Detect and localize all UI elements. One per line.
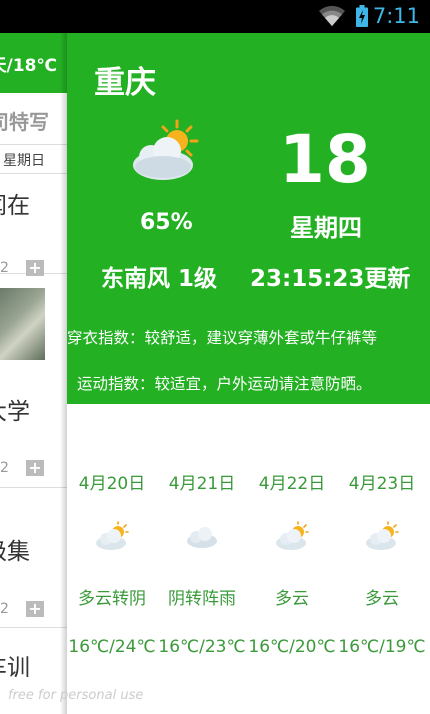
news-side-list: 天/18℃ 司特写 星期日 闻在 2 + 大学 2 + 级集 2 + 车训: [0, 33, 67, 714]
plus-icon[interactable]: +: [26, 460, 44, 476]
status-bar: 7:11: [0, 0, 430, 33]
list-item-count: 2: [0, 460, 9, 476]
update-time: 23:15:23更新: [250, 266, 411, 292]
humidity: 65%: [140, 210, 193, 235]
list-item[interactable]: 闻在 2 +: [0, 174, 67, 276]
side-header[interactable]: 天/18℃: [0, 33, 67, 93]
list-item-count: 2: [0, 260, 9, 276]
forecast-temperature-range: 16℃/23℃: [158, 637, 246, 657]
weather-summary: 重庆 18 65% 星期四 东南风 1级 23:15:23更新 穿衣指数：较舒适…: [67, 33, 430, 404]
cloudy-icon: [187, 527, 217, 548]
battery-icon: [356, 5, 368, 27]
side-subtitle-text: 司特写: [0, 110, 49, 134]
list-item-title: 闻在: [0, 193, 30, 219]
list-item[interactable]: 大学 2 +: [0, 376, 67, 488]
forecast-condition: 多云: [275, 589, 309, 609]
list-item-title: 大学: [0, 399, 30, 425]
forecast-date: 4月21日: [168, 474, 236, 494]
current-temperature: 18: [279, 121, 371, 198]
forecast-date: 4月20日: [78, 474, 146, 494]
forecast-date: 4月22日: [258, 474, 326, 494]
wifi-icon: [319, 5, 345, 26]
drawer-shadow: [60, 33, 67, 714]
forecast-condition: 多云: [365, 589, 399, 609]
partly-cloudy-icon: [133, 119, 199, 180]
forecast-temperature-range: 16℃/19℃: [338, 637, 426, 657]
forecast-date: 4月23日: [348, 474, 416, 494]
list-item-title: 车训: [0, 655, 30, 681]
side-date: 星期日: [0, 146, 67, 174]
forecast-condition: 多云转阴: [78, 589, 146, 609]
partly-cloudy-icon: [366, 521, 399, 550]
list-item-title: 级集: [0, 539, 30, 565]
list-item[interactable]: 级集 2 +: [0, 488, 67, 628]
watermark-text: free for personal use: [8, 688, 144, 703]
side-subtitle[interactable]: 司特写: [0, 93, 67, 145]
side-header-text: 天/18℃: [0, 56, 57, 76]
forecast-condition: 阴转阵雨: [168, 589, 236, 609]
news-thumbnail[interactable]: [0, 288, 45, 360]
forecast-temperature-range: 16℃/24℃: [68, 637, 156, 657]
side-date-text: 星期日: [3, 153, 45, 169]
plus-icon[interactable]: +: [26, 260, 44, 276]
city-name: 重庆: [94, 65, 156, 101]
forecast-temperature-range: 16℃/20℃: [248, 637, 336, 657]
list-item-count: 2: [0, 601, 9, 617]
partly-cloudy-icon: [96, 521, 129, 550]
wind-info: 东南风 1级: [101, 266, 218, 292]
clothing-index: 穿衣指数：较舒适，建议穿薄外套或牛仔裤等: [67, 329, 378, 347]
sport-index: 运动指数：较适宜，户外运动请注意防晒。: [77, 375, 372, 393]
partly-cloudy-icon: [276, 521, 309, 550]
weather-panel[interactable]: 重庆 18 65% 星期四 东南风 1级 23:15:23更新 穿衣指数：较舒适…: [67, 33, 430, 714]
clock-time: 7:11: [372, 4, 420, 28]
plus-icon[interactable]: +: [26, 601, 44, 617]
weekday: 星期四: [290, 214, 362, 242]
